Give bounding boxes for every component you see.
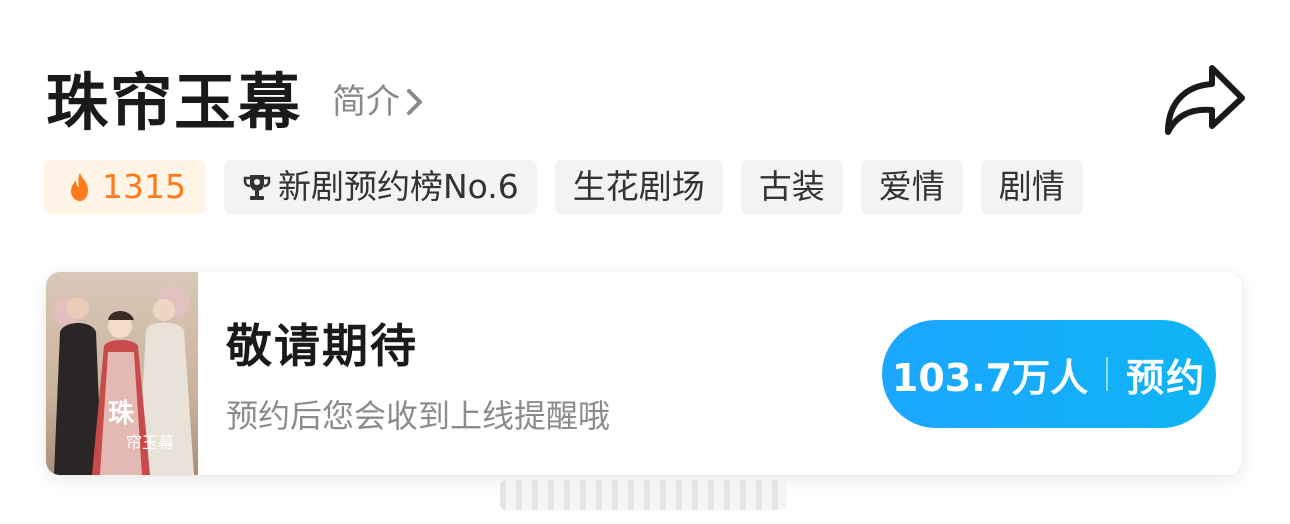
tag-genre-romance[interactable]: 爱情 (860, 160, 963, 214)
tag-studio[interactable]: 生花剧场 (554, 160, 723, 214)
tag-row: 1315 新剧预约榜No.6 生花剧场 古装 爱情 剧情 (44, 160, 1083, 214)
drama-poster-image: 珠 帘玉幕 (46, 272, 198, 475)
tag-genre-drama[interactable]: 剧情 (980, 160, 1083, 214)
chevron-right-icon (407, 89, 422, 115)
heat-value: 1315 (102, 167, 186, 206)
trophy-icon (243, 175, 271, 200)
drama-detail-header: 珠帘玉幕 简介 1315 新剧预约榜No.6 生花剧场 古装 爱情 剧情 珠 帘… (0, 0, 1290, 524)
rank-label: 新剧预约榜No.6 (277, 167, 519, 206)
reserve-divider (1106, 357, 1109, 391)
drama-title: 珠帘玉幕 (46, 66, 303, 139)
reserve-button[interactable]: 103.7万人 预约 (882, 320, 1216, 428)
rank-tag[interactable]: 新剧预约榜No.6 (223, 160, 537, 214)
reserve-label: 预约 (1126, 355, 1207, 400)
scroll-indicator (500, 480, 786, 510)
tag-genre-costume[interactable]: 古装 (740, 160, 843, 214)
reserve-count: 103.7万人 (891, 355, 1089, 400)
heat-tag[interactable]: 1315 (44, 160, 206, 214)
card-subtitle: 预约后您会收到上线提醒哦 (226, 397, 611, 435)
svg-text:珠: 珠 (108, 399, 135, 429)
flame-icon (71, 173, 88, 201)
card-title: 敬请期待 (226, 319, 418, 373)
svg-text:帘玉幕: 帘玉幕 (126, 433, 174, 452)
intro-link[interactable]: 简介 (332, 82, 426, 122)
reservation-card[interactable]: 珠 帘玉幕 敬请期待 预约后您会收到上线提醒哦 103.7万人 预约 (46, 272, 1242, 475)
share-icon[interactable] (1162, 62, 1248, 138)
intro-label: 简介 (332, 82, 400, 122)
